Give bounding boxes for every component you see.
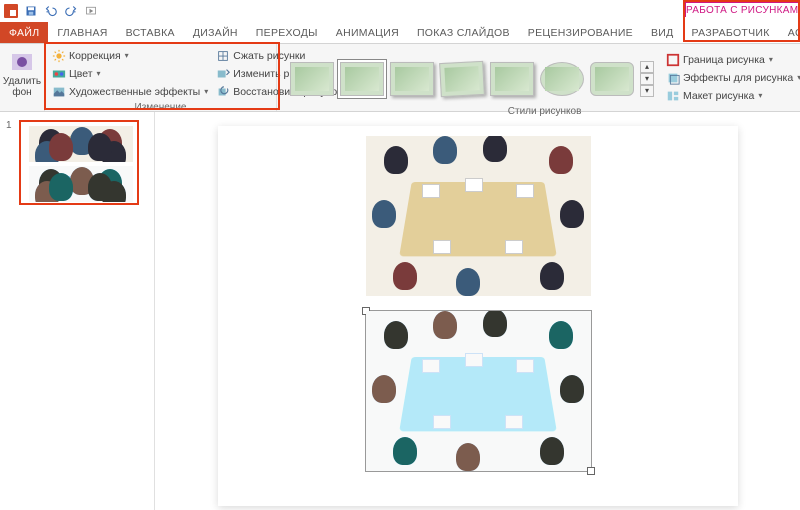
picture-layout-button[interactable]: Макет рисунка▾: [666, 87, 800, 104]
corrections-button[interactable]: Коррекция▾: [50, 47, 210, 64]
tab-view[interactable]: ВИД: [642, 22, 683, 43]
slide-number: 1: [6, 120, 12, 131]
undo-button[interactable]: [44, 4, 58, 18]
gallery-expand[interactable]: ▾: [640, 85, 654, 97]
picture-effects-button[interactable]: Эффекты для рисунка▾: [666, 69, 800, 86]
tab-review[interactable]: РЕЦЕНЗИРОВАНИЕ: [519, 22, 642, 43]
artistic-icon: [52, 85, 66, 99]
border-icon: [666, 53, 680, 67]
picture-original[interactable]: [366, 136, 591, 296]
picture-border-button[interactable]: Граница рисунка▾: [666, 51, 800, 68]
brightness-icon: [52, 49, 66, 63]
slide-canvas[interactable]: [155, 112, 800, 510]
adjust-group-title: Изменение: [45, 100, 276, 116]
workspace: 1: [0, 112, 800, 510]
slide-thumbnail[interactable]: [19, 120, 139, 205]
slide-thumbnail-pane[interactable]: 1: [0, 112, 155, 510]
picture-style-item[interactable]: [390, 62, 434, 96]
tab-insert[interactable]: ВСТАВКА: [117, 22, 184, 43]
artistic-effects-button[interactable]: Художественные эффекты▾: [50, 83, 210, 100]
ribbon-tabs: ФАЙЛ ГЛАВНАЯ ВСТАВКА ДИЗАЙН ПЕРЕХОДЫ АНИ…: [0, 22, 800, 44]
picture-style-item[interactable]: [340, 62, 384, 96]
tab-acrobat[interactable]: ACROBAT: [779, 22, 800, 43]
tab-transitions[interactable]: ПЕРЕХОДЫ: [247, 22, 327, 43]
remove-background-label: Удалить фон: [3, 76, 41, 98]
compress-icon: [216, 49, 230, 63]
effects-icon: [666, 71, 680, 85]
picture-style-item[interactable]: [490, 62, 534, 96]
quick-access-toolbar: [0, 0, 800, 22]
tab-developer[interactable]: РАЗРАБОТЧИК: [683, 22, 779, 43]
save-button[interactable]: [24, 4, 38, 18]
picture-styles-gallery[interactable]: ▴ ▾ ▾: [282, 47, 662, 104]
slide: [218, 126, 738, 506]
start-slideshow-button[interactable]: [84, 4, 98, 18]
picture-style-item[interactable]: [290, 62, 334, 96]
color-button[interactable]: Цвет▾: [50, 65, 210, 82]
chevron-down-icon: ▾: [204, 87, 208, 96]
layout-icon: [666, 89, 680, 103]
tab-file[interactable]: ФАЙЛ: [0, 22, 48, 43]
color-icon: [52, 67, 66, 81]
redo-button[interactable]: [64, 4, 78, 18]
gallery-scroll-down[interactable]: ▾: [640, 73, 654, 85]
powerpoint-app-icon: [4, 4, 18, 18]
tab-slideshow[interactable]: ПОКАЗ СЛАЙДОВ: [408, 22, 519, 43]
picture-style-item[interactable]: [540, 62, 584, 96]
picture-style-item[interactable]: [590, 62, 634, 96]
ribbon: Удалить фон Коррекция▾ Цвет▾ Художествен…: [0, 44, 800, 112]
picture-style-item[interactable]: [439, 60, 485, 96]
change-picture-icon: [216, 67, 230, 81]
remove-background-button[interactable]: Удалить фон: [2, 46, 42, 109]
reset-icon: [216, 85, 230, 99]
tab-home[interactable]: ГЛАВНАЯ: [48, 22, 116, 43]
chevron-down-icon: ▾: [97, 69, 101, 78]
picture-tools-context-label: РАБОТА С РИСУНКАМИ: [685, 2, 800, 17]
tab-design[interactable]: ДИЗАЙН: [184, 22, 247, 43]
tab-animation[interactable]: АНИМАЦИЯ: [327, 22, 408, 43]
chevron-down-icon: ▾: [125, 51, 129, 60]
gallery-scroll-up[interactable]: ▴: [640, 61, 654, 73]
picture-recolored-selected[interactable]: [366, 311, 591, 471]
styles-group-title: Стили рисунков: [277, 104, 800, 120]
